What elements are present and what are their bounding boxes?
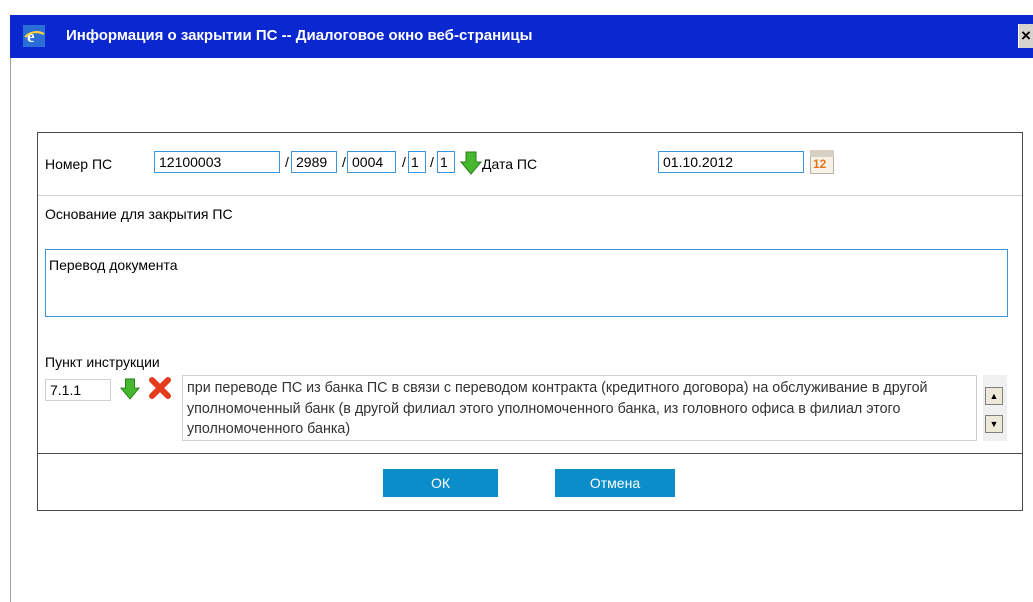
green-down-arrow-icon[interactable] <box>460 151 482 175</box>
instruction-label: Пункт инструкции <box>45 354 160 370</box>
separator: / <box>402 154 406 170</box>
number-field-5[interactable]: 1 <box>437 151 455 173</box>
separator: / <box>342 154 346 170</box>
calendar-day: 12 <box>813 157 827 171</box>
close-button[interactable]: × <box>1018 24 1033 48</box>
red-x-icon[interactable] <box>149 377 171 399</box>
close-info-panel: Номер ПС 12100003 / 2989 / 0004 / 1 / 1 … <box>37 132 1023 511</box>
date-field[interactable]: 01.10.2012 <box>658 151 804 173</box>
instruction-description: при переводе ПС из банка ПС в связи с пе… <box>182 375 977 441</box>
scroll-up-button[interactable]: ▲ <box>985 387 1003 405</box>
cancel-button[interactable]: Отмена <box>555 469 675 497</box>
svg-text:e: e <box>27 27 35 46</box>
number-field-3[interactable]: 0004 <box>347 151 396 173</box>
instruction-code-field[interactable]: 7.1.1 <box>45 379 111 401</box>
window-titlebar: e Информация о закрытии ПС -- Диалоговое… <box>10 15 1033 58</box>
ok-button[interactable]: ОК <box>383 469 498 497</box>
ie-icon: e <box>23 25 45 47</box>
number-field-2[interactable]: 2989 <box>291 151 337 173</box>
window-title: Информация о закрытии ПС -- Диалоговое о… <box>66 27 533 44</box>
dialog-footer: ОК Отмена <box>38 453 1022 510</box>
green-down-arrow-icon[interactable] <box>120 378 140 400</box>
number-field-4[interactable]: 1 <box>408 151 426 173</box>
separator: / <box>285 154 289 170</box>
number-label: Номер ПС <box>45 156 113 172</box>
reason-label: Основание для закрытия ПС <box>45 206 233 222</box>
reason-textarea[interactable]: Перевод документа <box>45 249 1008 317</box>
number-date-row: Номер ПС 12100003 / 2989 / 0004 / 1 / 1 … <box>38 133 1022 196</box>
instruction-scrollbar[interactable]: ▲ ▼ <box>983 375 1007 441</box>
number-field-1[interactable]: 12100003 <box>154 151 280 173</box>
scroll-down-button[interactable]: ▼ <box>985 415 1003 433</box>
date-label: Дата ПС <box>482 156 538 172</box>
separator: / <box>430 154 434 170</box>
calendar-icon[interactable]: 12 <box>810 150 834 174</box>
